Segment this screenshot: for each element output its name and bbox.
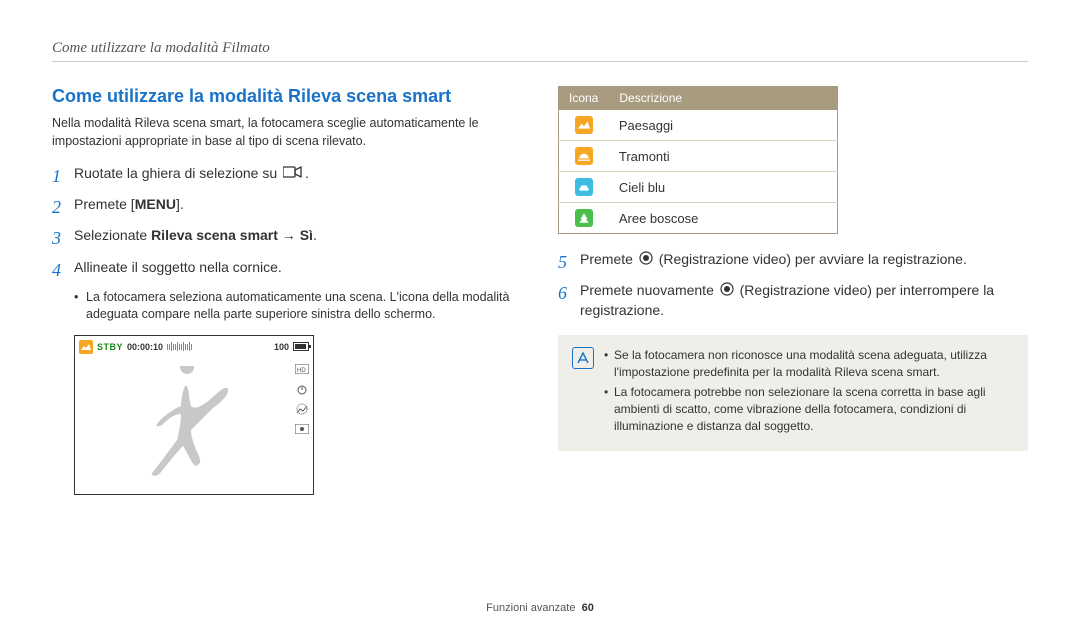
section-title: Come utilizzare la modalità Rileva scena… [52,86,522,107]
footer-section: Funzioni avanzate [486,602,575,614]
step-6-prefix: Premete nuovamente [580,282,718,298]
table-row: Aree boscose [559,203,838,234]
step-4-number: 4 [52,258,74,283]
table-row: Tramonti [559,141,838,172]
exposure-scale-icon [167,342,270,351]
timer-icon [295,382,309,396]
landscape-icon [575,116,593,134]
info-note: Se la fotocamera non riconosce una modal… [558,335,1028,451]
info-icon [572,347,594,369]
step-2-suffix: ]. [176,196,184,212]
note-item: Se la fotocamera non riconosce una modal… [604,347,1014,381]
step-5-suffix: (Registrazione video) per avviare la reg… [655,251,967,267]
table-head-icon: Icona [559,87,609,110]
page-footer: Funzioni avanzate 60 [0,602,1080,614]
step-5-number: 5 [558,250,580,275]
resolution-icon: HD [295,362,309,376]
table-row: Cieli blu [559,172,838,203]
left-column: Come utilizzare la modalità Rileva scena… [52,86,522,495]
forest-icon [575,209,593,227]
metering-icon [295,422,309,436]
table-cell-desc: Tramonti [609,141,838,172]
right-column: Icona Descrizione Paesaggi Tramonti Ciel… [558,86,1028,495]
shots-remaining: 100 [274,342,289,352]
step-6-text: Premete nuovamente (Registrazione video)… [580,281,1028,321]
record-button-icon [720,282,734,302]
footer-page-number: 60 [582,602,594,614]
step-5-prefix: Premete [580,251,637,267]
battery-icon [293,342,309,351]
step-3-option: Rileva scena smart [151,227,278,243]
sky-icon [575,178,593,196]
step-3-suffix: . [313,227,317,243]
step-1-number: 1 [52,164,74,189]
camera-screenshot: STBY 00:00:10 100 HD [74,335,314,495]
scene-mode-icon [79,340,93,354]
intro-text: Nella modalità Rileva scena smart, la fo… [52,115,522,150]
standby-label: STBY [97,342,123,352]
table-row: Paesaggi [559,110,838,141]
step-3-prefix: Selezionate [74,227,151,243]
step-1-label: Ruotate la ghiera di selezione su [74,165,281,181]
sunset-icon [575,147,593,165]
step-5-text: Premete (Registrazione video) per avviar… [580,250,1028,270]
table-cell-desc: Paesaggi [609,110,838,141]
record-button-icon [639,251,653,271]
step-2-number: 2 [52,195,74,220]
stabilizer-icon [295,402,309,416]
step-1-text: Ruotate la ghiera di selezione su . [74,164,522,184]
table-cell-desc: Aree boscose [609,203,838,234]
step-3-number: 3 [52,226,74,251]
step-2-prefix: Premete [ [74,196,135,212]
step-2-text: Premete [MENU]. [74,195,522,215]
table-head-desc: Descrizione [609,87,838,110]
icon-description-table: Icona Descrizione Paesaggi Tramonti Ciel… [558,86,838,234]
movie-mode-icon [283,165,303,185]
table-cell-desc: Cieli blu [609,172,838,203]
record-time: 00:00:10 [127,342,163,352]
step-3-value: Sì [300,227,313,243]
dancer-silhouette [135,366,245,486]
step-3-text: Selezionate Rileva scena smart → Sì. [74,226,522,246]
step-3-arrow: → [278,227,300,243]
breadcrumb: Come utilizzare la modalità Filmato [52,40,1028,62]
svg-text:HD: HD [297,368,306,374]
note-item: La fotocamera potrebbe non selezionare l… [604,384,1014,434]
step-4-text: Allineate il soggetto nella cornice. [74,258,522,278]
step-4-sub: La fotocamera seleziona automaticamente … [52,289,522,323]
menu-button-label: MENU [135,196,176,212]
step-6-number: 6 [558,281,580,306]
